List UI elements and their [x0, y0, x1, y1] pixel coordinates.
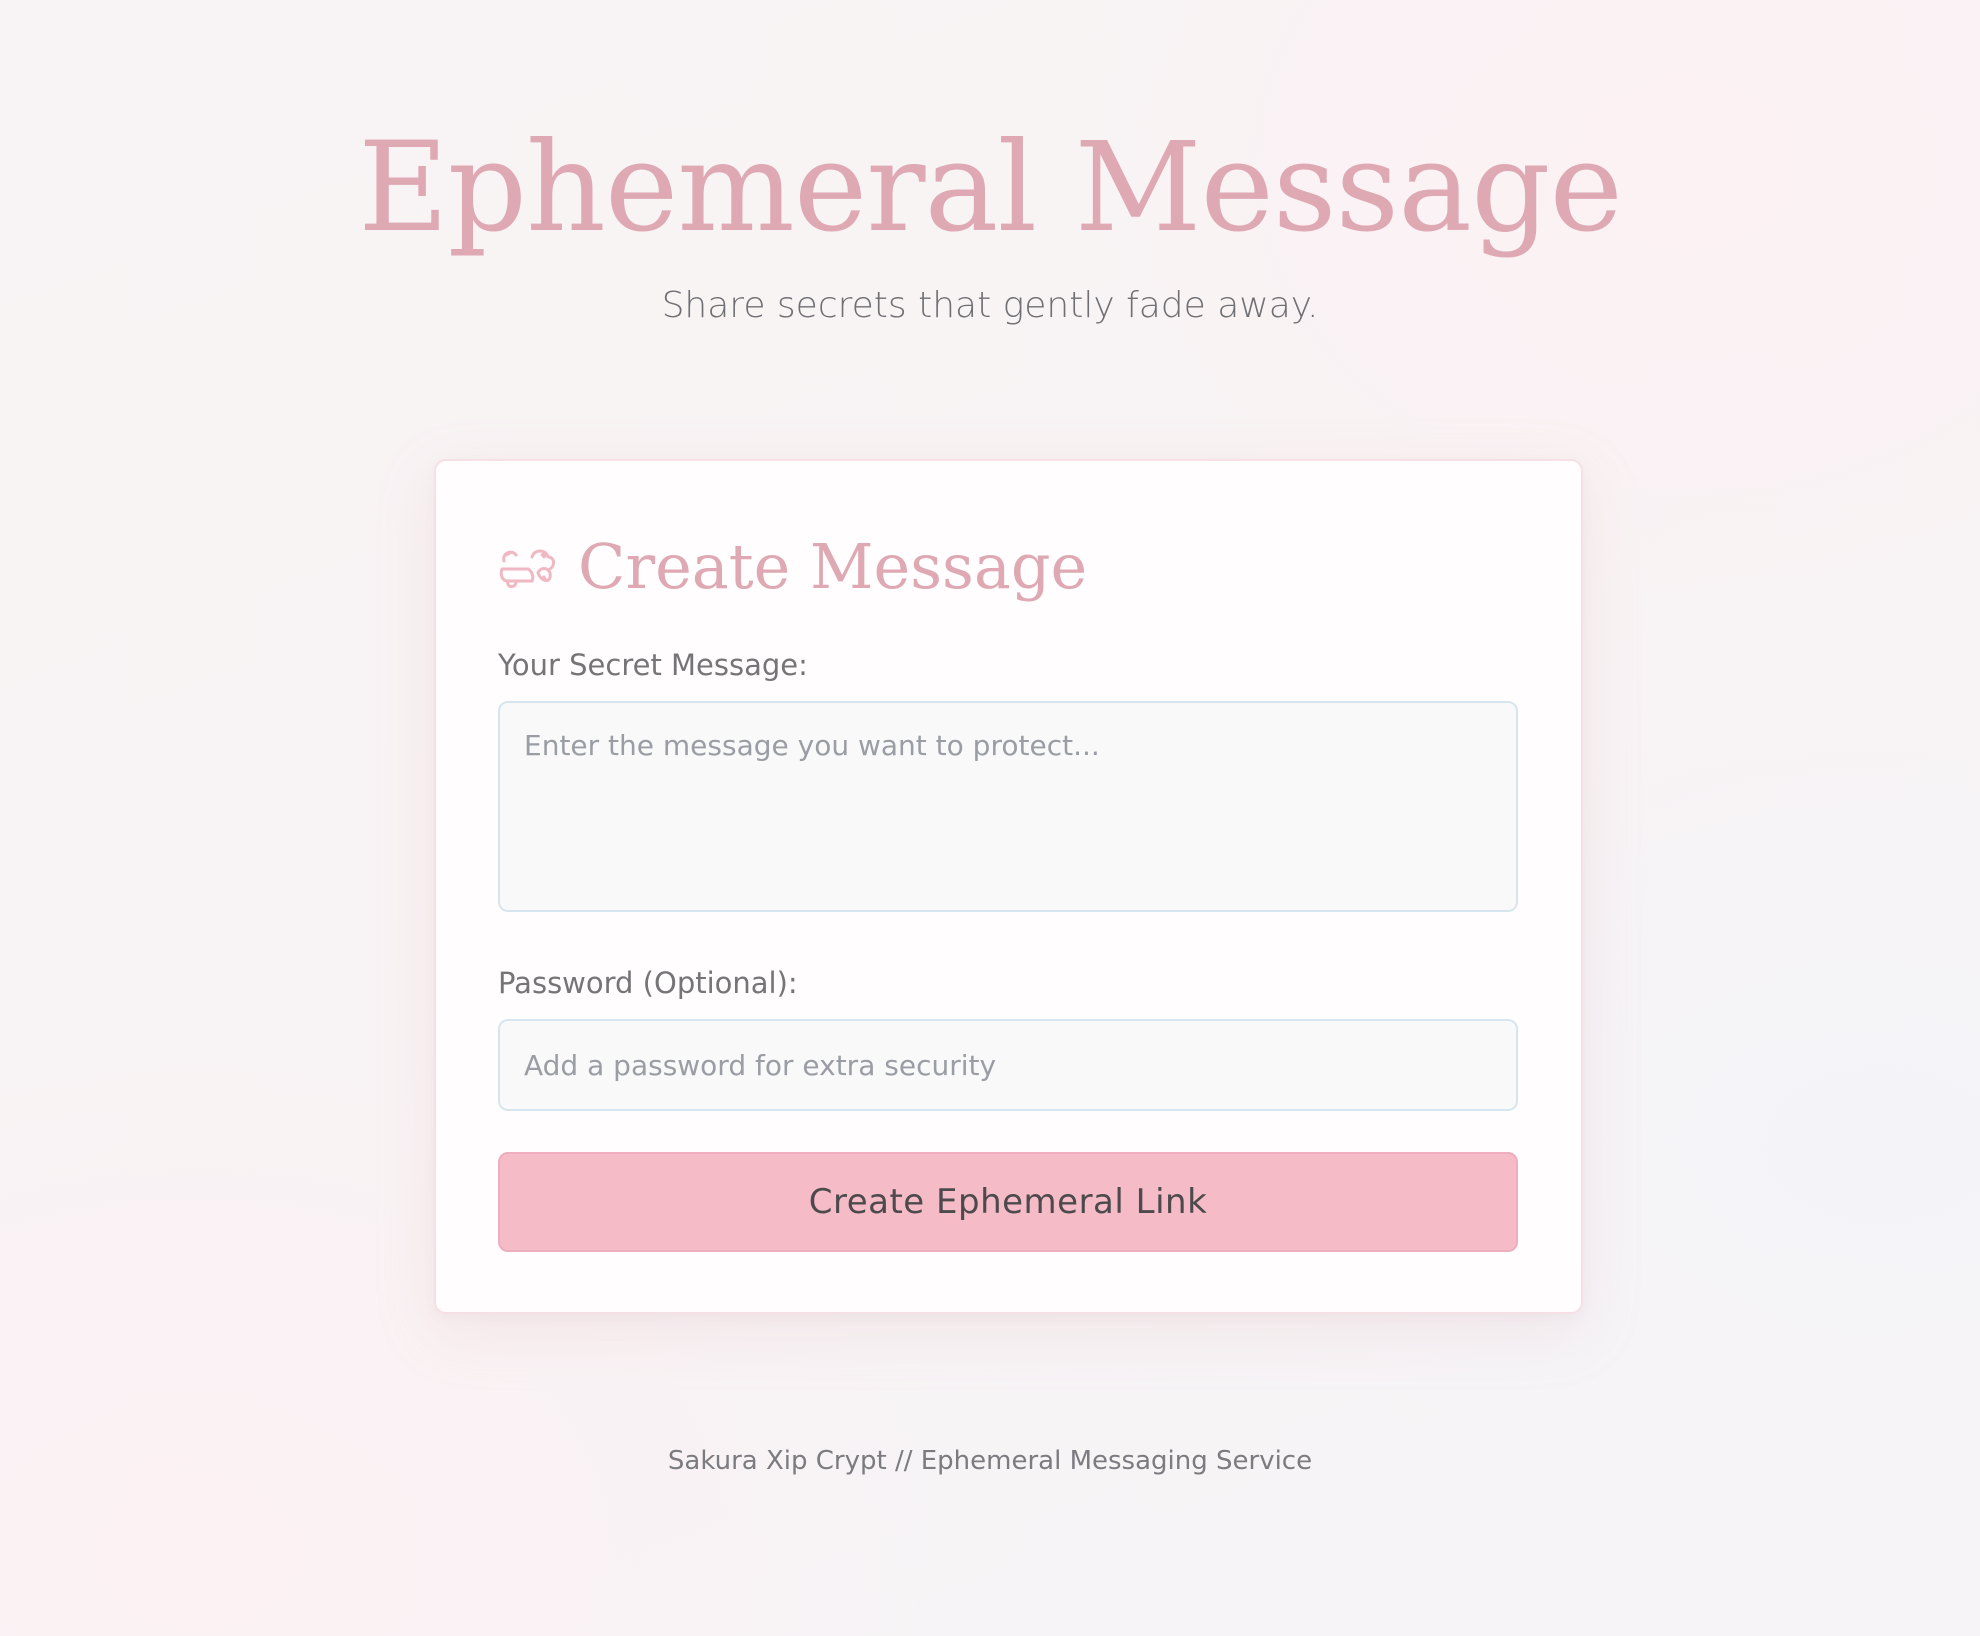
create-ephemeral-link-button[interactable]: Create Ephemeral Link: [498, 1152, 1518, 1252]
page-title: Ephemeral Message: [358, 116, 1623, 260]
page-subtitle: Share secrets that gently fade away.: [661, 285, 1319, 326]
page-header: Ephemeral Message Share secrets that gen…: [0, 118, 1980, 328]
password-input[interactable]: [498, 1019, 1518, 1111]
message-label: Your Secret Message:: [498, 648, 808, 682]
create-message-card: Create Message Your Secret Message: Pass…: [434, 459, 1583, 1314]
card-header: Create Message: [498, 527, 1087, 607]
cherry-blossom-cloud-icon: [498, 543, 558, 591]
footer-text: Sakura Xip Crypt // Ephemeral Messaging …: [667, 1446, 1313, 1476]
password-label: Password (Optional):: [498, 966, 798, 1000]
card-title: Create Message: [578, 530, 1088, 603]
secret-message-input[interactable]: [498, 701, 1518, 912]
